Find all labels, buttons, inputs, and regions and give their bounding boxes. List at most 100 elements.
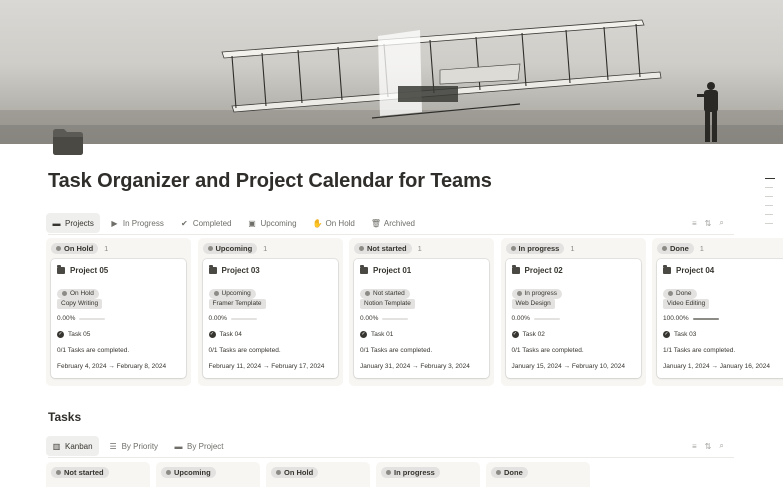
column-count: 1 [263, 244, 268, 253]
folder-icon [511, 265, 520, 274]
column-count: 1 [417, 244, 422, 253]
sort-icon[interactable]: ⇅ [705, 219, 712, 228]
status-dot-icon [56, 246, 61, 251]
progress-indicator: 0.00% [360, 315, 409, 322]
status-badge[interactable]: Not started [354, 243, 412, 254]
task-relation[interactable]: ✓ Task 01 [360, 331, 393, 338]
page-title: Task Organizer and Project Calendar for … [48, 170, 492, 192]
tab-upcoming[interactable]: ▣ Upcoming [242, 213, 303, 233]
search-icon[interactable]: ⌕ [719, 218, 723, 228]
board-column: On Hold 1 Project 05 On Hold Copy Writing 0.0… [46, 238, 191, 386]
page-outline[interactable] [765, 178, 775, 232]
task-relation[interactable]: ✓ Task 04 [208, 331, 242, 338]
date-range: January 1, 2024 → January 16, 2024 [663, 363, 770, 370]
project-card[interactable]: Project 01 Not started Notion Template 0.00… [354, 259, 489, 378]
task-column: Done [486, 462, 590, 487]
status-badge[interactable]: Upcoming [161, 467, 216, 478]
tasks-board: Not started Upcoming On Hold In progress Don… [46, 462, 783, 487]
projects-board: On Hold 1 Project 05 On Hold Copy Writing 0.0… [46, 238, 783, 388]
status-dot-icon [496, 470, 501, 475]
project-card[interactable]: Project 05 On Hold Copy Writing 0.00% ✓ Task … [51, 259, 186, 378]
board-column: Upcoming 1 Project 03 Upcoming Framer Templa… [197, 238, 343, 386]
progress-indicator: 0.00% [209, 315, 257, 322]
category-tag: Copy Writing [57, 299, 103, 309]
tab-on-hold[interactable]: ✋ On Hold [307, 213, 361, 233]
projects-toolbar: ≡ ⇅ ⌕ [692, 215, 724, 231]
project-card[interactable]: Project 03 Upcoming Framer Template 0.00% ✓ T… [202, 259, 338, 378]
column-header: Done 1 [657, 243, 704, 254]
card-title: Project 01 [360, 265, 411, 275]
status-badge[interactable]: In progress [505, 243, 565, 254]
folder-icon [663, 265, 671, 274]
status-dot-icon [62, 291, 67, 296]
column-count: 1 [699, 244, 704, 253]
check-circle-icon: ✓ [57, 331, 64, 338]
tab-archived[interactable]: 🗑 Archived [365, 213, 421, 233]
tab-kanban[interactable]: ▥ Kanban [46, 436, 99, 456]
check-circle-icon: ✓ [663, 331, 670, 338]
status-badge[interactable]: In progress [381, 467, 440, 478]
tasks-completed-text: 0/1 Tasks are completed. [360, 347, 433, 354]
task-column: On Hold [266, 462, 370, 487]
status-badge[interactable]: Done [657, 243, 694, 254]
card-title: Project 05 [57, 265, 108, 275]
task-relation[interactable]: ✓ Task 03 [663, 331, 696, 338]
tasks-completed-text: 0/1 Tasks are completed. [57, 347, 130, 354]
board-column: Not started 1 Project 01 Not started Notion … [349, 238, 494, 386]
board-column: In progress 1 Project 02 In progress Web Des… [500, 238, 646, 386]
tab-projects[interactable]: ▬ Projects [46, 213, 100, 233]
status-badge[interactable]: On Hold [51, 243, 99, 254]
project-card[interactable]: Project 04 Done Video Editing 100.00% ✓ Task … [657, 259, 783, 378]
tasks-section-title: Tasks [48, 410, 82, 424]
check-circle-icon: ✓ [360, 331, 367, 338]
column-header: On Hold 1 [51, 243, 108, 254]
filter-icon[interactable]: ≡ [692, 442, 697, 451]
status-badge: Not started [360, 288, 410, 299]
status-dot-icon [276, 470, 281, 475]
tab-by-project[interactable]: ▬ By Project [168, 436, 229, 456]
folder-icon[interactable] [52, 126, 84, 156]
folder-icon [208, 265, 217, 274]
folder-icon: ▬ [52, 218, 61, 228]
column-header: Upcoming 1 [202, 243, 268, 254]
status-dot-icon [662, 246, 667, 251]
progress-fill [692, 317, 719, 320]
tab-by-priority[interactable]: ☰ By Priority [103, 436, 164, 456]
status-badge[interactable]: On Hold [271, 467, 319, 478]
check-circle-icon: ✔ [180, 218, 188, 228]
date-range: February 4, 2024 → February 8, 2024 [57, 363, 167, 370]
column-count: 1 [570, 244, 575, 253]
board-column: Done 1 Project 04 Done Video Editing 100.00% ✓… [652, 238, 783, 386]
tab-completed[interactable]: ✔ Completed [174, 213, 238, 233]
task-column: Not started [46, 462, 150, 487]
status-dot-icon [213, 291, 219, 296]
status-badge[interactable]: Not started [51, 467, 109, 478]
folder-icon [57, 265, 65, 274]
projects-view-tabs: ▬ Projects ▶ In Progress ✔ Completed ▣ U… [46, 212, 421, 234]
progress-indicator: 0.00% [512, 315, 560, 322]
task-relation[interactable]: ✓ Task 05 [57, 331, 90, 338]
hand-icon: ✋ [312, 218, 323, 228]
task-relation[interactable]: ✓ Task 02 [511, 331, 545, 338]
status-dot-icon [359, 246, 364, 251]
play-icon: ▶ [111, 218, 118, 228]
date-range: January 15, 2024 → February 10, 2024 [511, 363, 625, 370]
status-badge[interactable]: Done [491, 467, 528, 478]
status-badge[interactable]: Upcoming [202, 243, 258, 254]
card-title: Project 03 [208, 265, 260, 275]
task-column: Upcoming [156, 462, 260, 487]
project-card[interactable]: Project 02 In progress Web Design 0.00% ✓ Tas… [505, 259, 641, 378]
tasks-view-tabs: ▥ Kanban ☰ By Priority ▬ By Project [46, 435, 230, 457]
card-title: Project 02 [511, 265, 563, 275]
tasks-completed-text: 0/1 Tasks are completed. [511, 347, 584, 354]
status-dot-icon [510, 246, 516, 251]
search-icon[interactable]: ⌕ [719, 441, 723, 451]
status-dot-icon [166, 470, 171, 475]
tab-in-progress[interactable]: ▶ In Progress [104, 213, 170, 233]
filter-icon[interactable]: ≡ [692, 219, 697, 228]
sort-icon[interactable]: ⇅ [705, 442, 712, 451]
status-dot-icon [56, 470, 61, 475]
status-badge: In progress [511, 288, 563, 299]
category-tag: Framer Template [208, 299, 266, 309]
cover-image [0, 0, 783, 144]
